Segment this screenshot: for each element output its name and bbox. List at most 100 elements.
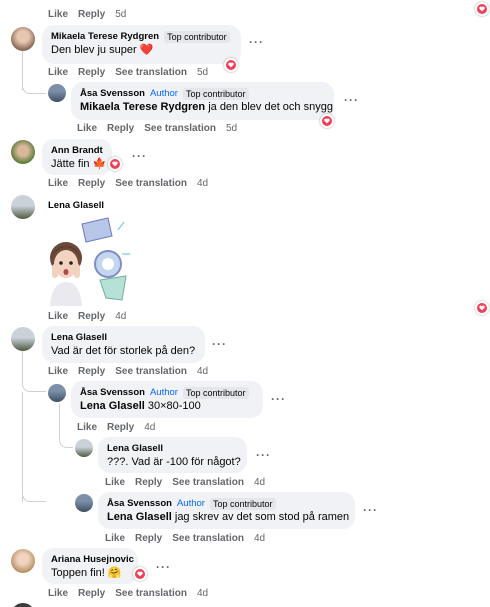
reaction-heart-icon[interactable] [475, 2, 489, 16]
top-contributor-badge[interactable]: Top contributor [209, 497, 276, 510]
reply-actions: Like Reply See translation 4d [105, 533, 265, 544]
comment-actions: Like Reply 4d [48, 311, 126, 322]
author-badge: Author [149, 387, 178, 398]
more-options-icon[interactable]: ··· [256, 449, 271, 461]
commenter-name[interactable]: Lena Glasell [107, 442, 163, 455]
more-options-icon[interactable]: ··· [212, 338, 227, 350]
timestamp[interactable]: 4d [115, 311, 126, 322]
top-contributor-badge[interactable]: Top contributor [164, 30, 230, 43]
author-badge: Author [149, 88, 178, 99]
avatar[interactable] [11, 195, 35, 219]
reply-link[interactable]: Reply [107, 123, 134, 134]
mention-link[interactable]: Mikaela Terese Rydgren [80, 101, 205, 113]
comment-actions: Like Reply See translation 4d [48, 178, 208, 189]
avatar[interactable] [48, 84, 66, 102]
thread-curve [22, 480, 46, 502]
reply-link[interactable]: Reply [135, 533, 162, 544]
timestamp[interactable]: 4d [197, 178, 208, 189]
timestamp[interactable]: 4d [197, 366, 208, 377]
reply-text: jag skrev av det som stod på ramen [171, 511, 350, 523]
reply-actions: Like Reply 4d [77, 422, 155, 433]
comment-bubble: Mikaela Terese Rydgren Top contributor De… [42, 25, 241, 64]
comment-bubble: Ariana Husejnovic Toppen fin! 🤗 [42, 548, 138, 584]
reaction-heart-icon[interactable] [320, 114, 334, 128]
reply-bubble: Åsa Svensson Author Top contributor Mikael… [71, 82, 334, 120]
timestamp[interactable]: 5d [226, 123, 237, 134]
like-link[interactable]: Like [48, 67, 68, 78]
mention-link[interactable]: Lena Glasell [80, 400, 145, 412]
avatar[interactable] [75, 439, 93, 457]
timestamp[interactable]: 4d [144, 422, 155, 433]
reaction-heart-icon[interactable] [133, 567, 147, 581]
reply-text: 30×80-100 [144, 400, 201, 412]
see-translation-link[interactable]: See translation [172, 533, 244, 544]
reaction-heart-icon[interactable] [475, 301, 489, 315]
commenter-name[interactable]: Ariana Husejnovic [51, 553, 134, 566]
like-link[interactable]: Like [77, 123, 97, 134]
see-translation-link[interactable]: See translation [172, 477, 244, 488]
like-link[interactable]: Like [105, 477, 125, 488]
commenter-name[interactable]: Åsa Svensson [107, 497, 172, 510]
avatar[interactable] [11, 603, 35, 607]
timestamp[interactable]: 5d [197, 67, 208, 78]
reply-link[interactable]: Reply [107, 422, 134, 433]
thread-curve [22, 80, 46, 94]
top-contributor-badge[interactable]: Top contributor [182, 386, 249, 399]
see-translation-link[interactable]: See translation [115, 67, 187, 78]
commenter-name[interactable]: Mikaela Terese Rydgren [51, 30, 159, 43]
timestamp[interactable]: 5d [115, 9, 126, 20]
reply-text: ja den blev det och snygg [205, 101, 333, 113]
more-options-icon[interactable]: ··· [344, 94, 359, 106]
avatar[interactable] [11, 327, 35, 351]
like-link[interactable]: Like [48, 588, 68, 599]
see-translation-link[interactable]: See translation [115, 178, 187, 189]
author-badge: Author [176, 498, 205, 509]
reply-link[interactable]: Reply [78, 311, 105, 322]
comment-bubble: Ann Brandt Jätte fin 🍁 [42, 139, 112, 175]
comment-bubble: Lena Glasell Vad är det för storlek på d… [42, 326, 205, 363]
more-options-icon[interactable]: ··· [156, 561, 171, 573]
like-link[interactable]: Like [48, 9, 68, 20]
avatar[interactable] [11, 140, 35, 164]
see-translation-link[interactable]: See translation [115, 366, 187, 377]
see-translation-link[interactable]: See translation [115, 588, 187, 599]
comment-text: Vad är det för storlek på den? [51, 345, 196, 357]
see-translation-link[interactable]: See translation [144, 123, 216, 134]
reply-link[interactable]: Reply [78, 67, 105, 78]
commenter-name[interactable]: Åsa Svensson [80, 87, 145, 100]
reply-link[interactable]: Reply [78, 588, 105, 599]
timestamp[interactable]: 4d [254, 533, 265, 544]
commenter-name[interactable]: Lena Glasell [48, 200, 104, 211]
commenter-name[interactable]: Åsa Svensson [80, 386, 145, 399]
reaction-heart-icon[interactable] [224, 58, 238, 72]
more-options-icon[interactable]: ··· [132, 150, 147, 162]
comment-text: Den blev ju super ❤️ [51, 44, 154, 56]
more-options-icon[interactable]: ··· [271, 393, 286, 405]
commenter-name[interactable]: Lena Glasell [51, 331, 107, 344]
like-link[interactable]: Like [105, 533, 125, 544]
reply-link[interactable]: Reply [78, 9, 105, 20]
reaction-heart-icon[interactable] [108, 157, 122, 171]
avatar[interactable] [11, 27, 35, 51]
comment-actions: Like Reply 5d [48, 9, 126, 20]
thread-curve [59, 430, 73, 448]
like-link[interactable]: Like [77, 422, 97, 433]
like-link[interactable]: Like [48, 178, 68, 189]
like-link[interactable]: Like [48, 311, 68, 322]
timestamp[interactable]: 4d [197, 588, 208, 599]
avatar[interactable] [75, 494, 93, 512]
avatar[interactable] [11, 549, 35, 573]
like-link[interactable]: Like [48, 366, 68, 377]
avatar[interactable] [48, 384, 66, 402]
more-options-icon[interactable]: ··· [249, 36, 264, 48]
more-options-icon[interactable]: ··· [363, 504, 378, 516]
reply-link[interactable]: Reply [135, 477, 162, 488]
wow-sticker[interactable] [42, 214, 132, 306]
timestamp[interactable]: 4d [254, 477, 265, 488]
mention-link[interactable]: Lena Glasell [107, 511, 172, 523]
top-contributor-badge[interactable]: Top contributor [182, 87, 249, 100]
reply-link[interactable]: Reply [78, 178, 105, 189]
reply-actions: Like Reply See translation 4d [105, 477, 265, 488]
reply-link[interactable]: Reply [78, 366, 105, 377]
commenter-name[interactable]: Ann Brandt [51, 144, 103, 157]
